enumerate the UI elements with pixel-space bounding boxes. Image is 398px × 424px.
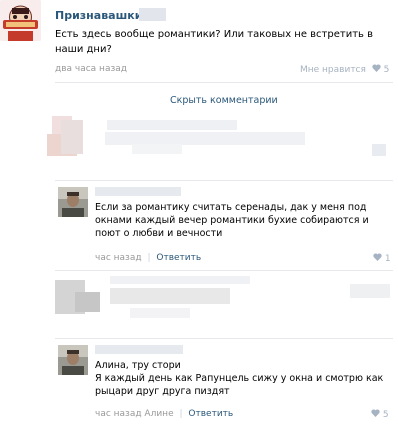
author-redacted bbox=[139, 8, 166, 21]
comment-text-line: поют о любви и вечности bbox=[95, 228, 223, 239]
comment-meta: час назад Алине | Ответить bbox=[95, 409, 233, 419]
comment-text: Алина, тру стори Я каждый день как Рапун… bbox=[95, 359, 383, 398]
divider bbox=[55, 338, 393, 339]
like-label: Мне нравится bbox=[300, 65, 366, 75]
hide-comments-link[interactable]: Скрыть комментарии bbox=[170, 95, 278, 106]
like-count: 1 bbox=[384, 254, 391, 264]
post-author[interactable]: Признавашки bbox=[55, 9, 142, 22]
comment-text-line: Я каждый день как Рапунцель сижу у окна … bbox=[95, 373, 384, 384]
comment-time[interactable]: час назад Алине bbox=[95, 409, 174, 419]
comment-text-line: Если за романтику считать серенады, дак … bbox=[95, 202, 367, 213]
comment-text-line: Алина, тру стори bbox=[95, 360, 181, 371]
comment-avatar[interactable] bbox=[58, 187, 88, 217]
heart-icon bbox=[373, 253, 382, 264]
commenter-name-redacted bbox=[95, 345, 183, 354]
comment-text: Если за романтику считать серенады, дак … bbox=[95, 201, 369, 240]
comment-text-line: рыцари друг друга пиздят bbox=[95, 386, 230, 397]
post-time[interactable]: два часа назад bbox=[55, 64, 127, 74]
separator: | bbox=[179, 409, 183, 419]
like-count: 5 bbox=[382, 410, 389, 420]
post-text-line: Есть здесь вообще романтики? Или таковых… bbox=[55, 29, 373, 40]
commenter-name-redacted bbox=[95, 187, 181, 196]
comment-like-button[interactable]: 5 bbox=[371, 409, 389, 420]
blurred-comment bbox=[47, 114, 397, 174]
blurred-comment bbox=[50, 272, 397, 334]
separator: | bbox=[147, 253, 151, 263]
reply-link[interactable]: Ответить bbox=[188, 409, 233, 419]
like-count: 5 bbox=[383, 65, 390, 75]
comment-like-button[interactable]: 1 bbox=[373, 253, 391, 264]
comment-meta: час назад | Ответить bbox=[95, 253, 201, 263]
divider bbox=[55, 180, 393, 181]
reply-link[interactable]: Ответить bbox=[156, 253, 201, 263]
heart-icon bbox=[372, 64, 381, 75]
post-avatar[interactable] bbox=[0, 0, 41, 41]
comment-time[interactable]: час назад bbox=[95, 253, 142, 263]
heart-icon bbox=[371, 409, 380, 420]
comment-avatar[interactable] bbox=[58, 345, 88, 375]
post-text: Есть здесь вообще романтики? Или таковых… bbox=[55, 27, 373, 57]
avatar-icon bbox=[58, 187, 88, 217]
divider bbox=[55, 270, 393, 271]
avatar-icon bbox=[0, 0, 41, 41]
post-text-line: наши дни? bbox=[55, 44, 112, 55]
divider bbox=[55, 82, 393, 83]
avatar-icon bbox=[58, 345, 88, 375]
post-like-button[interactable]: Мне нравится 5 bbox=[300, 64, 389, 75]
comment-text-line: окнами каждый вечер романтики бухие соби… bbox=[95, 215, 369, 226]
